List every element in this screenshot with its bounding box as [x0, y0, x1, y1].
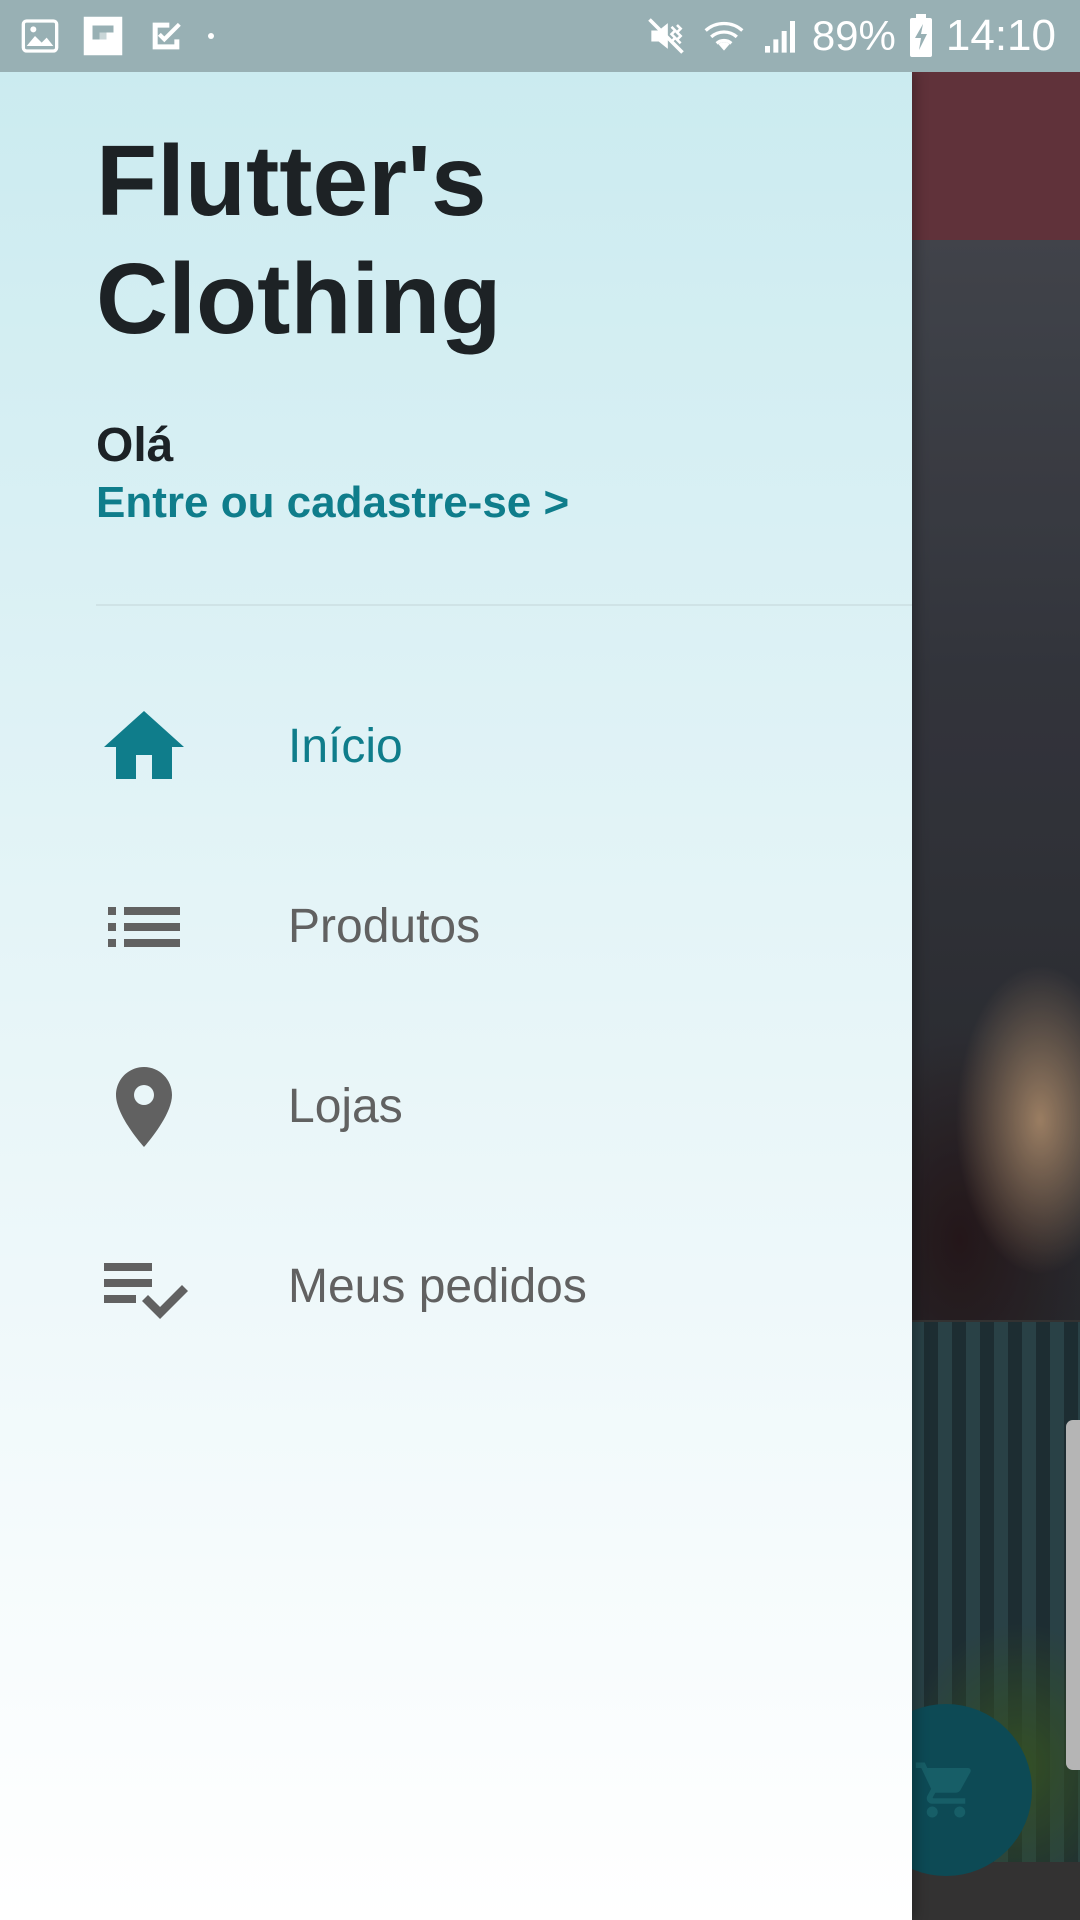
menu-item-label: Meus pedidos [288, 1260, 587, 1313]
menu-item-produtos[interactable]: Produtos [0, 852, 912, 1002]
app-title-line2: Clothing [96, 243, 502, 355]
navigation-drawer: Flutter's Clothing Olá Entre ou cadastre… [0, 72, 912, 1920]
menu-item-label: Lojas [288, 1080, 403, 1133]
dot-icon [208, 33, 214, 39]
login-link[interactable]: Entre ou cadastre-se > [96, 478, 569, 528]
app-title-line1: Flutter's [96, 125, 487, 237]
mute-icon [648, 18, 684, 54]
playlist-check-icon [104, 1263, 188, 1319]
list-icon [108, 907, 180, 947]
task-check-icon [152, 22, 181, 50]
battery-icon [909, 14, 932, 57]
menu-item-inicio[interactable]: Início [0, 672, 912, 822]
app-title: Flutter's Clothing [96, 122, 796, 358]
menu-item-meus-pedidos[interactable]: Meus pedidos [0, 1212, 912, 1362]
menu-item-label: Produtos [288, 900, 481, 953]
divider [96, 604, 912, 606]
location-pin-icon [116, 1067, 172, 1147]
gallery-icon [21, 19, 59, 53]
battery-percentage: 89% [811, 12, 896, 59]
menu-item-lojas[interactable]: Lojas [0, 1032, 912, 1182]
wifi-icon [704, 21, 744, 51]
clock: 14:10 [945, 11, 1056, 60]
home-icon [104, 711, 184, 779]
status-bar: 89% 14:10 [0, 0, 1080, 72]
greeting: Olá [96, 419, 174, 472]
flipboard-icon [83, 16, 123, 56]
menu-item-label: Início [288, 720, 403, 773]
signal-icon [764, 21, 795, 53]
